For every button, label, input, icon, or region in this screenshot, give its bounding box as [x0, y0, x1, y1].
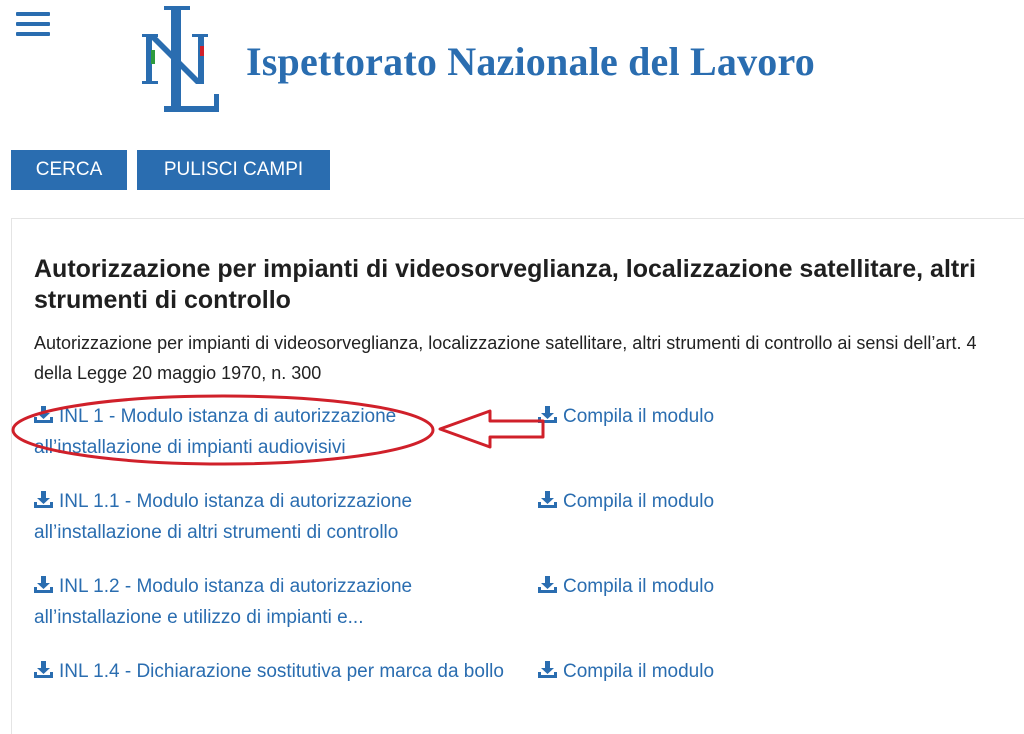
- fill-form-link-inl-1-4[interactable]: Compila il modulo: [538, 656, 714, 687]
- site-title: Ispettorato Nazionale del Lavoro: [246, 39, 815, 84]
- section-description: Autorizzazione per impianti di videosorv…: [34, 333, 977, 383]
- document-link-label: INL 1.4 - Dichiarazione sostitutiva per …: [59, 661, 504, 682]
- fill-form-link-inl-1[interactable]: Compila il modulo: [538, 401, 714, 432]
- document-link-inl-1-2[interactable]: INL 1.2 - Modulo istanza di autorizzazio…: [34, 571, 504, 633]
- document-link-inl-1-4[interactable]: INL 1.4 - Dichiarazione sostitutiva per …: [34, 656, 504, 687]
- fill-form-label: Compila il modulo: [563, 576, 715, 597]
- download-icon: [34, 661, 53, 678]
- download-icon: [34, 491, 53, 508]
- document-link-inl-1-1[interactable]: INL 1.1 - Modulo istanza di autorizzazio…: [34, 486, 504, 548]
- fill-form-label: Compila il modulo: [563, 406, 715, 427]
- fill-form-link-inl-1-1[interactable]: Compila il modulo: [538, 486, 714, 517]
- clear-fields-button[interactable]: PULISCI CAMPI: [137, 150, 330, 190]
- download-icon: [538, 491, 557, 508]
- search-button[interactable]: CERCA: [11, 150, 127, 190]
- fill-form-label: Compila il modulo: [563, 491, 715, 512]
- download-icon: [34, 576, 53, 593]
- section-title: Autorizzazione per impianti di videosorv…: [34, 255, 976, 314]
- fill-form-label: Compila il modulo: [563, 661, 715, 682]
- download-icon: [538, 576, 557, 593]
- download-icon: [538, 406, 557, 423]
- download-icon: [538, 661, 557, 678]
- download-icon: [34, 406, 53, 423]
- fill-form-link-inl-1-2[interactable]: Compila il modulo: [538, 571, 714, 602]
- document-link-inl-1[interactable]: INL 1 - Modulo istanza di autorizzazione…: [34, 401, 504, 463]
- hamburger-menu-icon[interactable]: [16, 12, 50, 38]
- inl-logo-icon: [142, 6, 219, 112]
- document-link-label: INL 1.2 - Modulo istanza di autorizzazio…: [34, 576, 413, 628]
- document-link-label: INL 1.1 - Modulo istanza di autorizzazio…: [34, 491, 413, 543]
- document-link-label: INL 1 - Modulo istanza di autorizzazione…: [34, 406, 397, 458]
